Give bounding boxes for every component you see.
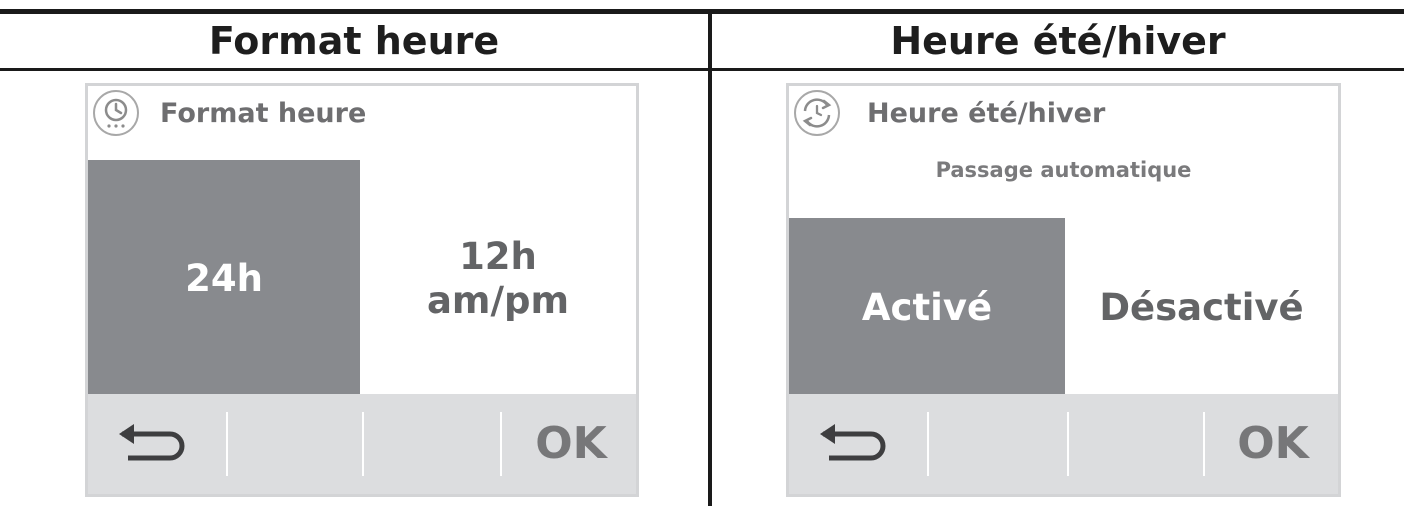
heading-rule [0,68,1404,71]
screen-subtitle: Passage automatique [935,158,1192,182]
back-button[interactable] [88,394,228,494]
time-format-screen: Format heure 24h 12h am/pm OK [85,83,639,497]
option-label: 24h [185,256,263,300]
footer-divider [1067,412,1069,476]
dst-screen: Heure été/hiver Passage automatique Acti… [786,83,1341,497]
screen-title: Format heure [160,98,367,129]
panel-heading-time-format: Format heure [208,19,500,63]
footer-divider [500,412,502,476]
option-label: Désactivé [1099,285,1304,329]
footer-divider [226,412,228,476]
option-label-line1: 12h [459,234,537,278]
screen-footer: OK [789,394,1338,494]
screen-footer: OK [88,394,636,494]
footer-divider [362,412,364,476]
back-arrow-icon [820,424,886,461]
screen-header: Heure été/hiver Passage automatique [789,86,1338,220]
panel-heading-dst: Heure été/hiver [890,19,1226,63]
option-inactive[interactable]: Désactivé [1065,218,1338,397]
ok-button[interactable]: OK [1208,394,1338,494]
clock-sync-icon [794,90,840,136]
option-active[interactable]: Activé [789,218,1065,397]
clock-icon [93,90,139,136]
back-arrow-icon [119,424,185,461]
option-label-line2: am/pm [426,278,570,322]
option-12h-ampm[interactable]: 12h am/pm [360,160,636,397]
screen-title: Heure été/hiver [867,98,1106,129]
option-label: Activé [861,285,993,329]
back-button[interactable] [789,394,929,494]
column-divider [708,9,712,506]
option-24h[interactable]: 24h [88,160,360,397]
ok-button[interactable]: OK [506,394,636,494]
footer-divider [927,412,929,476]
screen-header: Format heure [88,86,636,162]
footer-divider [1203,412,1205,476]
